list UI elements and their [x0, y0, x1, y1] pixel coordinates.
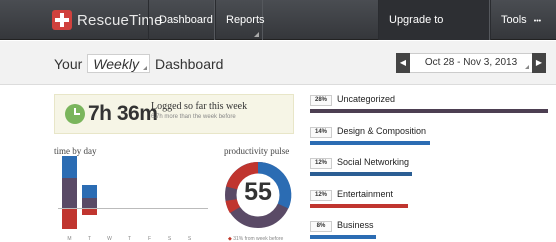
category-name: Entertainment [337, 189, 394, 199]
day-letter: T [87, 236, 92, 242]
nav-dashboard[interactable]: Dashboard [148, 0, 215, 40]
category-percent-badge: 12% [310, 158, 332, 169]
logged-time-summary: 7h 36m Logged so far this week 6.7h more… [54, 94, 294, 134]
category-bar [310, 109, 548, 113]
time-by-day-baseline [58, 208, 208, 209]
day-bar-monday-neutral[interactable] [62, 178, 77, 208]
dropdown-corner-icon [254, 32, 259, 37]
day-bar-tuesday-neutral[interactable] [82, 198, 97, 208]
day-letter: S [167, 236, 172, 242]
dropdown-corner-icon [142, 66, 147, 70]
date-navigator: ◀ Oct 28 - Nov 3, 2013 ▶ [396, 53, 546, 73]
rescuetime-cross-icon [52, 10, 72, 30]
category-percent-badge: 28% [310, 95, 332, 106]
category-name: Uncategorized [337, 94, 396, 104]
day-letter: M [67, 236, 72, 242]
logged-caption: Logged so far this week [151, 101, 248, 112]
down-arrow-icon: ◆ [228, 236, 232, 242]
day-bar-tuesday-distracting[interactable] [82, 209, 97, 215]
day-letter: F [147, 236, 152, 242]
category-name: Design & Composition [337, 126, 427, 136]
date-range-select[interactable]: Oct 28 - Nov 3, 2013 [410, 53, 532, 73]
more-dots-icon: ••• [533, 18, 542, 25]
nav-tools[interactable]: Tools ••• [490, 0, 556, 40]
pulse-comparison: ◆ 31% from week before [228, 236, 283, 242]
title-dashboard: Dashboard [154, 55, 224, 72]
nav-reports[interactable]: Reports [215, 0, 265, 40]
logged-comparison: 6.7h more than the week before [151, 114, 236, 120]
pulse-comparison-text: 31% from week before [233, 236, 284, 242]
pulse-score: 55 [244, 178, 272, 206]
top-nav-bar: RescueTime Dashboard Reports Upgrade to … [0, 0, 556, 66]
rescuetime-logo[interactable]: RescueTime [52, 9, 163, 31]
dashboard-header: Your Weekly Dashboard ◀ Oct 28 - Nov 3, … [0, 41, 556, 85]
category-name: Business [337, 220, 374, 230]
day-bar-monday-productive[interactable] [62, 156, 77, 178]
category-bar [310, 141, 430, 145]
category-percent-badge: 14% [310, 127, 332, 138]
category-percent-badge: 12% [310, 190, 332, 201]
previous-week-button[interactable]: ◀ [396, 53, 410, 73]
category-bar [310, 235, 376, 239]
dropdown-corner-icon [525, 65, 529, 69]
day-letter: S [187, 236, 192, 242]
day-letter: T [127, 236, 132, 242]
logged-time-value: 7h 36m [88, 102, 158, 125]
category-bar [310, 172, 412, 176]
category-bar [310, 204, 408, 208]
day-bar-tuesday-productive[interactable] [82, 185, 97, 198]
period-select[interactable]: Weekly [87, 54, 150, 73]
category-name: Social Networking [337, 157, 410, 167]
nav-reports-label: Reports [226, 14, 265, 26]
time-by-day-heading: time by day [54, 146, 97, 156]
upgrade-premium-button[interactable]: Upgrade to Premium? [378, 0, 490, 66]
day-bar-monday-distracting[interactable] [62, 209, 77, 229]
clock-icon [65, 104, 85, 124]
title-your: Your [54, 55, 83, 72]
category-percent-badge: 8% [310, 221, 332, 232]
date-range-value: Oct 28 - Nov 3, 2013 [424, 57, 518, 68]
productivity-pulse-heading: productivity pulse [224, 146, 290, 156]
page-title: Your Weekly Dashboard [54, 54, 223, 73]
next-week-button[interactable]: ▶ [532, 53, 546, 73]
nav-tools-label: Tools [501, 14, 527, 26]
period-value: Weekly [93, 56, 139, 72]
day-letter: W [107, 236, 112, 242]
